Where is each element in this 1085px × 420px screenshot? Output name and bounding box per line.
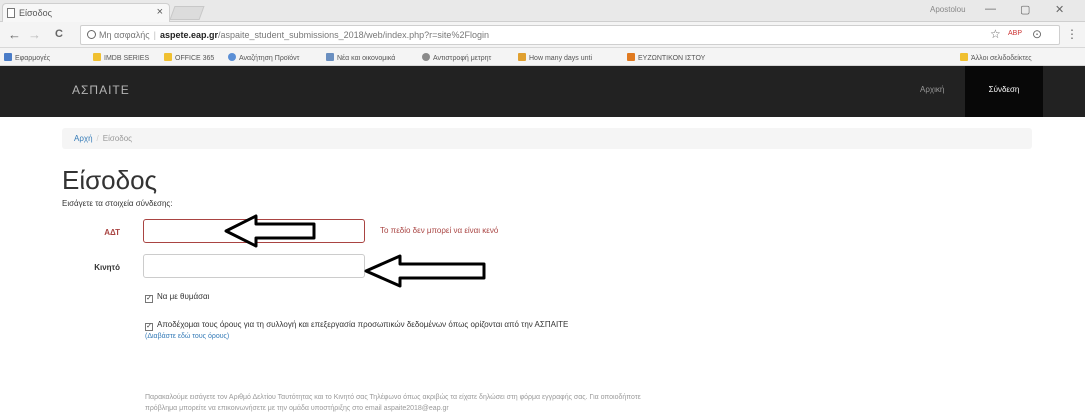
remember-me-label: Να με θυμάσαι	[157, 292, 210, 301]
bookmark-item[interactable]: OFFICE 365	[164, 53, 214, 62]
nav-login-link[interactable]: Σύνδεση	[965, 66, 1043, 117]
page-icon	[7, 8, 15, 18]
mobile-label: Κινητό	[94, 263, 120, 272]
terms-label: Αποδέχομαι τους όρους για τη συλλογή και…	[157, 320, 569, 329]
mobile-input[interactable]	[143, 254, 365, 278]
remember-me-checkbox[interactable]: ✓	[145, 295, 153, 303]
info-icon[interactable]	[87, 30, 96, 39]
page-title: Είσοδος	[62, 165, 158, 195]
extension-icon[interactable]: ⊙	[1032, 27, 1042, 41]
help-note-line: πρόβλημα μπορείτε να επικοινωνήσετε με τ…	[145, 405, 449, 412]
breadcrumb-home-link[interactable]: Αρχή	[74, 134, 93, 143]
nav-home-link[interactable]: Αρχική	[920, 85, 944, 94]
help-note: Παρακαλούμε εισάγετε τον Αριθμό Δελτίου …	[145, 392, 1045, 414]
terms-link[interactable]: (Διαβάστε εδώ τους όρους)	[145, 333, 229, 340]
new-tab-button[interactable]	[169, 6, 205, 20]
profile-name[interactable]: Apostolou	[930, 5, 966, 14]
close-window-icon[interactable]: ✕	[1055, 3, 1064, 16]
calendar-icon	[518, 53, 526, 61]
intro-text: Εισάγετε τα στοιχεία σύνδεσης:	[62, 199, 173, 208]
maximize-icon[interactable]: ▢	[1020, 3, 1030, 16]
address-bar[interactable]: Μη ασφαλής | aspete.eap.gr/aspaite_student…	[80, 25, 1060, 45]
menu-icon[interactable]: ⋮	[1066, 27, 1078, 41]
site-icon	[627, 53, 635, 61]
remember-me-row[interactable]: ✓ Να με θυμάσαι	[145, 292, 209, 303]
tab-close-icon[interactable]: ×	[157, 6, 163, 18]
help-note-line: Παρακαλούμε εισάγετε τον Αριθμό Δελτίου …	[145, 394, 641, 401]
bookmark-item[interactable]: ΕΥΖΩΝΤΙΚΟΝ ΙΣΤΟΥ	[627, 53, 705, 62]
browser-toolbar: ← → C Μη ασφαλής | aspete.eap.gr/aspaite_s…	[0, 22, 1085, 48]
url-host: aspete.eap.gr	[160, 30, 219, 40]
site-brand[interactable]: ΑΣΠΑΙΤΕ	[72, 83, 130, 97]
security-label: Μη ασφαλής	[99, 30, 150, 40]
apps-icon	[4, 53, 12, 61]
bookmark-item[interactable]: Αντιστροφή μετρητ	[422, 53, 491, 62]
folder-icon	[93, 53, 101, 61]
bookmark-item[interactable]: Αναζήτηση Προϊόντ	[228, 53, 299, 62]
reload-icon[interactable]: C	[55, 28, 63, 40]
globe-icon	[228, 53, 236, 61]
adt-error-message: Το πεδίο δεν μπορεί να είναι κενό	[380, 226, 499, 235]
folder-icon	[164, 53, 172, 61]
bookmarks-bar: Εφαρμογές IMDB SERIES OFFICE 365 Αναζήτη…	[0, 48, 1085, 66]
bookmark-item[interactable]: Νέα και οικονομικά	[326, 53, 395, 62]
bookmark-item[interactable]: How many days unti	[518, 53, 592, 62]
news-icon	[326, 53, 334, 61]
minimize-icon[interactable]: —	[985, 3, 996, 15]
bookmark-star-icon[interactable]: ☆	[990, 27, 1001, 41]
site-navbar: ΑΣΠΑΙΤΕ Αρχική Σύνδεση	[0, 66, 1085, 117]
terms-row[interactable]: ✓ Αποδέχομαι τους όρους για τη συλλογή κα…	[145, 320, 568, 331]
annotation-arrow-icon	[224, 214, 316, 248]
breadcrumb-current: Είσοδος	[102, 134, 133, 143]
folder-icon	[960, 53, 968, 61]
adt-label: ΑΔΤ	[104, 228, 120, 237]
terms-checkbox[interactable]: ✓	[145, 323, 153, 331]
timer-icon	[422, 53, 430, 61]
annotation-arrow-icon	[364, 254, 486, 288]
breadcrumb-divider: /	[96, 134, 99, 143]
forward-icon[interactable]: →	[28, 27, 41, 42]
back-icon[interactable]: ←	[8, 27, 21, 42]
other-bookmarks[interactable]: Άλλοι σελιδοδείκτες	[960, 53, 1032, 62]
adblock-icon[interactable]: ABP	[1008, 30, 1022, 37]
tab-title: Είσοδος	[19, 8, 52, 18]
breadcrumb: Αρχή / Είσοδος	[62, 128, 1032, 149]
bookmark-item[interactable]: IMDB SERIES	[93, 53, 149, 62]
browser-tab-bar: Είσοδος × Apostolou — ▢ ✕	[0, 0, 1085, 22]
url-path: /aspaite_student_submissions_2018/web/in…	[218, 30, 489, 40]
bookmark-item[interactable]: Εφαρμογές	[4, 53, 50, 62]
browser-tab[interactable]: Είσοδος ×	[2, 3, 170, 22]
